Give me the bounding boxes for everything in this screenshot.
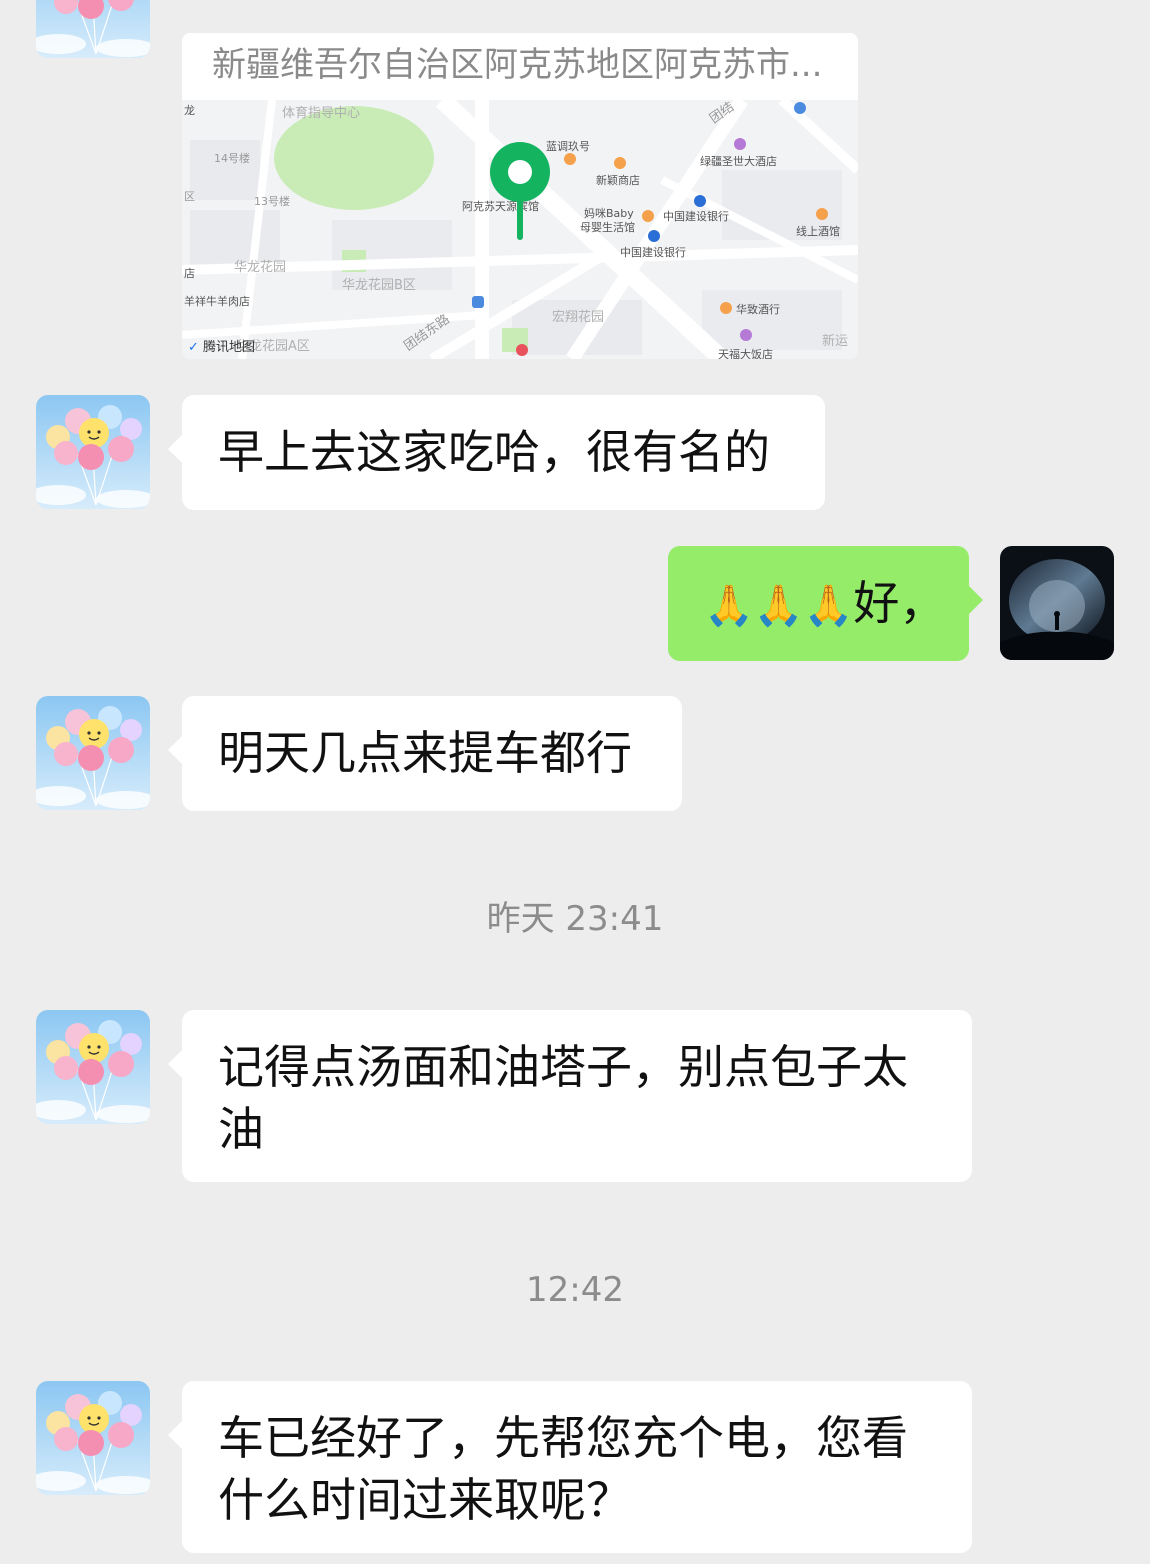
praying-hands-icon: 🙏🙏🙏 bbox=[704, 583, 854, 629]
location-message-card[interactable]: 新疆维吾尔自治区阿克苏地区阿克苏市... 体育指导中心 龙 14号楼 区 13号… bbox=[182, 33, 858, 359]
map-label: 母婴生活馆 bbox=[580, 221, 635, 234]
map-label: 绿疆圣世大酒店 bbox=[700, 155, 777, 168]
map-label: 天福大饭店 bbox=[718, 348, 773, 359]
map-label: 线上酒馆 bbox=[796, 225, 840, 238]
hotel-icon bbox=[740, 329, 752, 341]
bank-icon bbox=[694, 195, 706, 207]
message-text: 车已经好了，先帮您充个电，您看什么时间过来取呢？ bbox=[218, 1411, 908, 1527]
sender-avatar[interactable] bbox=[36, 0, 150, 58]
map-label: 华致酒行 bbox=[736, 303, 780, 316]
map-label: 华龙花园 bbox=[234, 260, 287, 275]
location-address: 新疆维吾尔自治区阿克苏地区阿克苏市... bbox=[212, 45, 823, 85]
map-provider-logo: ✓ 腾讯地图 bbox=[188, 336, 255, 355]
message-bubble[interactable]: 早上去这家吃哈，很有名的 bbox=[168, 395, 825, 510]
map-label: 华龙花园B区 bbox=[342, 278, 416, 293]
map-label: 中国建设银行 bbox=[663, 210, 729, 223]
cave-silhouette-avatar-icon bbox=[1000, 546, 1114, 660]
message-bubble[interactable]: 明天几点来提车都行 bbox=[168, 696, 682, 811]
message-bubble[interactable]: 车已经好了，先帮您充个电，您看什么时间过来取呢？ bbox=[168, 1381, 972, 1553]
message-text: 好， bbox=[853, 576, 946, 630]
hotel-icon bbox=[734, 138, 746, 150]
sender-avatar[interactable] bbox=[36, 1010, 150, 1124]
timestamp: 昨天 23:41 bbox=[486, 899, 664, 939]
timestamp: 12:42 bbox=[526, 1270, 624, 1310]
map-label: 新颖商店 bbox=[596, 174, 640, 187]
map-label: 龙 bbox=[184, 104, 195, 117]
map-label: 蓝调玖号 bbox=[546, 140, 590, 153]
map-label: 宏翔花园 bbox=[552, 310, 605, 325]
balloon-avatar-icon bbox=[36, 1010, 150, 1124]
sender-avatar[interactable] bbox=[36, 1381, 150, 1495]
self-avatar[interactable] bbox=[1000, 546, 1114, 660]
location-pin-icon bbox=[490, 142, 550, 240]
message-bubble[interactable]: 🙏🙏🙏好， bbox=[668, 546, 983, 661]
poi-icon bbox=[516, 344, 528, 356]
message-text: 明天几点来提车都行 bbox=[218, 726, 632, 780]
balloon-avatar-icon bbox=[36, 395, 150, 509]
tencent-map-icon: ✓ bbox=[188, 340, 199, 355]
poi-icon bbox=[564, 153, 576, 165]
map-provider-label: 腾讯地图 bbox=[203, 340, 256, 355]
message-text: 早上去这家吃哈，很有名的 bbox=[218, 425, 770, 479]
map-label: 13号楼 bbox=[254, 195, 290, 208]
poi-icon bbox=[720, 302, 732, 314]
map-label: 体育指导中心 bbox=[282, 106, 361, 121]
map-preview[interactable]: 体育指导中心 龙 14号楼 区 13号楼 华龙花园 店 华龙花园B区 羊祥牛羊肉… bbox=[182, 100, 858, 359]
map-label: 14号楼 bbox=[214, 152, 250, 165]
poi-icon bbox=[816, 208, 828, 220]
poi-icon bbox=[794, 102, 806, 114]
map-label: 区 bbox=[184, 190, 195, 203]
map-label: 新运 bbox=[822, 334, 849, 349]
balloon-avatar-icon bbox=[36, 0, 150, 58]
sender-avatar[interactable] bbox=[36, 696, 150, 810]
balloon-avatar-icon bbox=[36, 1381, 150, 1495]
bank-icon bbox=[648, 230, 660, 242]
map-label: 店 bbox=[184, 267, 195, 280]
poi-icon bbox=[642, 210, 654, 222]
message-text: 记得点汤面和油塔子，别点包子太油 bbox=[218, 1040, 908, 1156]
map-label: 中国建设银行 bbox=[620, 246, 686, 259]
map-label: 羊祥牛羊肉店 bbox=[184, 295, 250, 308]
bus-stop-icon bbox=[472, 296, 484, 308]
balloon-avatar-icon bbox=[36, 696, 150, 810]
poi-icon bbox=[614, 157, 626, 169]
message-bubble[interactable]: 记得点汤面和油塔子，别点包子太油 bbox=[168, 1010, 972, 1182]
sender-avatar[interactable] bbox=[36, 395, 150, 509]
